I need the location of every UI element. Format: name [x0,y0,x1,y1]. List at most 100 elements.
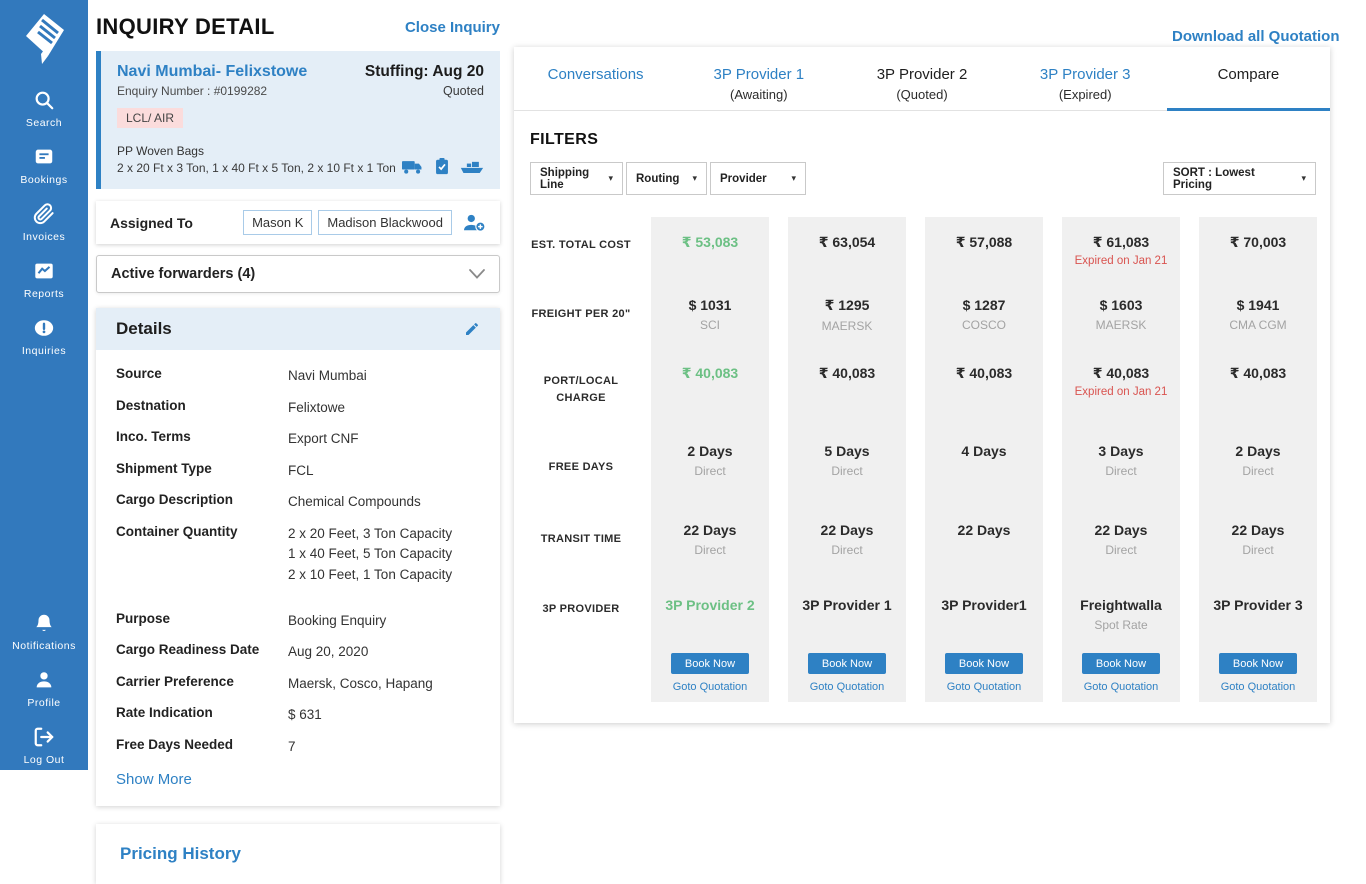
detail-label: Free Days Needed [116,737,288,757]
sidebar-item-logout[interactable]: Log Out [24,726,65,766]
person-add-icon [462,213,486,233]
transit-time: 22 Days [958,522,1011,538]
row-label: TRANSIT TIME [541,531,622,548]
active-forwarders-accordion[interactable]: Active forwarders (4) [96,255,500,293]
book-now-button[interactable]: Book Now [945,653,1023,674]
freight-per-20: ₹ 1295 [825,297,870,314]
goto-quotation-link[interactable]: Goto Quotation [947,681,1022,693]
expired-note: Expired on Jan 21 [1075,386,1168,398]
download-all-quotation-link[interactable]: Download all Quotation [1172,28,1340,45]
provider-name: 3P Provider 1 [802,597,891,613]
freight-per-20: $ 1287 [963,297,1006,313]
page-title: INQUIRY DETAIL [96,14,275,40]
detail-value: Booking Enquiry [288,611,386,631]
provider-dropdown[interactable]: Provider ▾ [710,162,806,195]
book-now-button[interactable]: Book Now [1219,653,1297,674]
goto-quotation-link[interactable]: Goto Quotation [810,681,885,693]
free-days: 2 Days [687,443,732,459]
detail-label: Destnation [116,398,288,418]
filter-row: Shipping Line ▾ Routing ▾ Provider ▾ SOR… [530,162,1316,195]
book-now-button[interactable]: Book Now [808,653,886,674]
caret-down-icon: ▾ [791,173,796,184]
detail-label: Source [116,366,288,386]
app-logo-icon[interactable] [20,12,68,69]
tab-3p-provider-2[interactable]: 3P Provider 2 (Quoted) [840,47,1003,110]
routing-dropdown[interactable]: Routing ▾ [626,162,707,195]
goto-quotation-link[interactable]: Goto Quotation [673,681,748,693]
transit-time: 22 Days [1232,522,1285,538]
transit-time: 22 Days [1095,522,1148,538]
compare-row-labels: EST. TOTAL COST FREIGHT PER 20" PORT/LOC… [530,217,632,702]
search-icon [33,89,55,111]
sidebar-item-profile[interactable]: Profile [27,669,60,709]
provider-name: 3P Provider 2 [665,597,754,613]
detail-value: Felixtowe [288,398,345,418]
assignee-chip[interactable]: Madison Blackwood [318,210,452,235]
detail-value: Export CNF [288,429,359,449]
est-total-cost: ₹ 53,083 [682,234,738,251]
carrier-name: MAERSK [822,319,873,333]
est-total-cost: ₹ 61,083 [1093,234,1149,251]
sidebar: Search Bookings Invoices Reports Inquiri… [0,0,88,770]
detail-value: Chemical Compounds [288,492,421,512]
tab-3p-provider-1[interactable]: 3P Provider 1 (Awaiting) [677,47,840,110]
port-local-charge: ₹ 40,083 [1093,365,1149,382]
bookings-icon [33,146,55,168]
quote-column: ₹ 57,088 $ 1287COSCO ₹ 40,083 4 Days 22 … [925,217,1043,702]
detail-label: Container Quantity [116,524,288,586]
tab-compare[interactable]: Compare [1167,47,1330,110]
tab-conversations[interactable]: Conversations [514,47,677,110]
inquiry-summary-card: Navi Mumbai- Felixstowe Stuffing: Aug 20… [96,51,500,189]
sidebar-label: Profile [27,697,60,709]
cargo-detail: 2 x 20 Ft x 3 Ton, 1 x 40 Ft x 5 Ton, 2 … [117,161,396,175]
details-title: Details [116,319,172,339]
carrier-name: COSCO [962,318,1006,332]
book-now-button[interactable]: Book Now [1082,653,1160,674]
shipping-line-dropdown[interactable]: Shipping Line ▾ [530,162,623,195]
free-days: 2 Days [1235,443,1280,459]
inquiry-detail-panel: INQUIRY DETAIL Close Inquiry Navi Mumbai… [96,14,500,884]
status-badge: Quoted [443,84,484,98]
close-inquiry-link[interactable]: Close Inquiry [405,19,500,36]
notifications-icon [33,612,55,634]
detail-label: Purpose [116,611,288,631]
sidebar-item-inquiries[interactable]: Inquiries [22,317,66,357]
pricing-history-card: Pricing History [96,824,500,884]
row-label: FREIGHT PER 20" [532,306,631,323]
tab-3p-provider-3[interactable]: 3P Provider 3 (Expired) [1004,47,1167,110]
quote-column: ₹ 70,003 $ 1941CMA CGM ₹ 40,083 2 DaysDi… [1199,217,1317,702]
goto-quotation-link[interactable]: Goto Quotation [1221,681,1296,693]
est-total-cost: ₹ 57,088 [956,234,1012,251]
assignee-chip[interactable]: Mason K [243,210,312,235]
sidebar-item-bookings[interactable]: Bookings [20,146,67,186]
detail-label: Cargo Readiness Date [116,642,288,662]
stuffing-date: Stuffing: Aug 20 [365,63,484,81]
detail-label: Shipment Type [116,461,288,481]
route-title[interactable]: Navi Mumbai- Felixstowe [117,63,307,81]
invoices-icon [33,203,55,225]
add-assignee-button[interactable] [462,213,486,233]
sidebar-label: Bookings [20,174,67,186]
book-now-button[interactable]: Book Now [671,653,749,674]
detail-value: Aug 20, 2020 [288,642,368,662]
sidebar-label: Invoices [23,231,66,243]
detail-value: 2 x 20 Feet, 3 Ton Capacity 1 x 40 Feet,… [288,524,452,586]
expired-note: Expired on Jan 21 [1075,255,1168,267]
sidebar-label: Inquiries [22,345,66,357]
sidebar-item-reports[interactable]: Reports [24,260,64,300]
edit-pencil-icon[interactable] [464,321,480,337]
show-more-link[interactable]: Show More [116,771,480,788]
sidebar-item-search[interactable]: Search [26,89,62,129]
compare-table: EST. TOTAL COST FREIGHT PER 20" PORT/LOC… [530,217,1316,702]
sidebar-label: Notifications [12,640,76,652]
provider-name: 3P Provider1 [941,597,1026,613]
goto-quotation-link[interactable]: Goto Quotation [1084,681,1159,693]
sort-dropdown[interactable]: SORT : Lowest Pricing ▾ [1163,162,1316,195]
sidebar-item-notifications[interactable]: Notifications [12,612,76,652]
port-local-charge: ₹ 40,083 [956,365,1012,382]
row-label: 3P PROVIDER [542,601,619,618]
pricing-history-title: Pricing History [120,844,476,864]
provider-name: 3P Provider 3 [1213,597,1302,613]
detail-label: Cargo Description [116,492,288,512]
sidebar-item-invoices[interactable]: Invoices [23,203,66,243]
